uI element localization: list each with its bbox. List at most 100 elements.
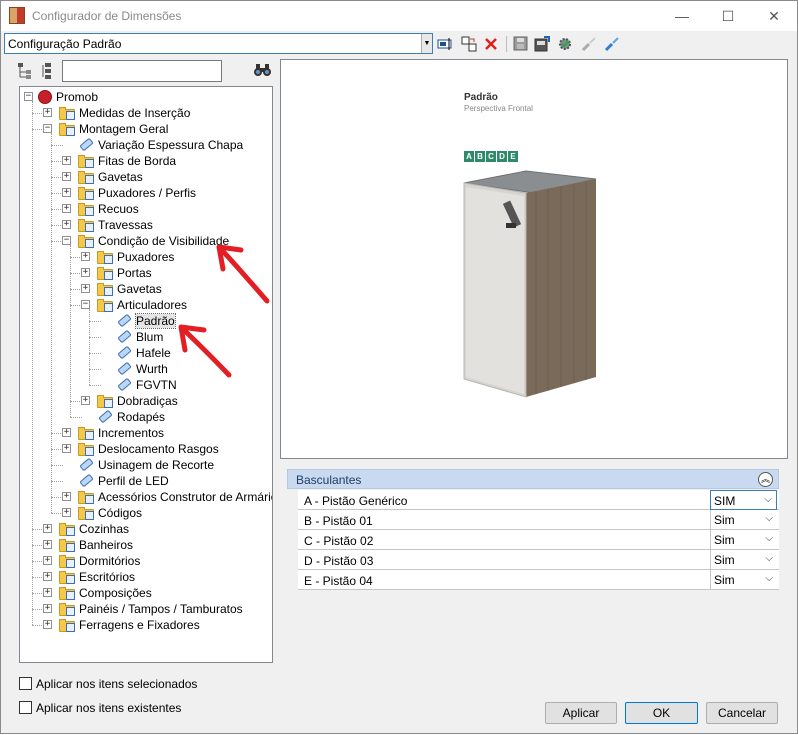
tree-node-label[interactable]: Articuladores [117, 298, 187, 312]
expand-node-icon[interactable]: + [62, 508, 71, 517]
tree-node-label[interactable]: Perfil de LED [98, 474, 169, 488]
tree-node-puxadores[interactable]: + Puxadores [20, 249, 272, 265]
tree-node-fgvtn[interactable]: FGVTN [20, 377, 272, 393]
tree-node-montagem-geral[interactable]: − Montagem Geral [20, 121, 272, 137]
chevron-down-icon[interactable]: ⌵ [764, 494, 772, 505]
tree-node-incrementos[interactable]: + Incrementos [20, 425, 272, 441]
tree-node-label[interactable]: Rodapés [117, 410, 165, 424]
chevron-down-icon[interactable]: ▼ [421, 34, 432, 53]
configuration-select[interactable]: Configuração Padrão ▼ [4, 33, 433, 54]
tree-node-label[interactable]: Escritórios [79, 570, 135, 584]
tree-node-label[interactable]: Blum [136, 330, 163, 344]
apply-selected-label[interactable]: Aplicar nos itens selecionados [36, 677, 197, 691]
expand-node-icon[interactable]: + [62, 444, 71, 453]
tree-node-label[interactable]: Ferragens e Fixadores [79, 618, 200, 632]
expand-node-icon[interactable]: + [43, 556, 52, 565]
collapse-node-icon[interactable]: − [43, 124, 52, 133]
tree-node-dormitorios[interactable]: + Dormitórios [20, 553, 272, 569]
tree-node-label[interactable]: Puxadores / Perfis [98, 186, 196, 200]
tree-node-medidas-de-insercao[interactable]: + Medidas de Inserção [20, 105, 272, 121]
expand-node-icon[interactable]: + [81, 396, 90, 405]
expand-node-icon[interactable]: + [81, 268, 90, 277]
save-icon[interactable] [511, 35, 529, 52]
expand-node-icon[interactable]: + [62, 428, 71, 437]
apply-button[interactable]: Aplicar [545, 702, 617, 724]
tree-node-label[interactable]: Condição de Visibilidade [98, 234, 229, 248]
tree-node-gavetas[interactable]: + Gavetas [20, 169, 272, 185]
tree-node-articuladores[interactable]: − Articuladores [20, 297, 272, 313]
tree-node-label[interactable]: Portas [117, 266, 152, 280]
tree-node-wurth[interactable]: Wurth [20, 361, 272, 377]
tree-node-usinagem-de-recorte[interactable]: Usinagem de Recorte [20, 457, 272, 473]
rename-icon[interactable] [436, 35, 454, 52]
tree-node-ferragens-e-fixadores[interactable]: + Ferragens e Fixadores [20, 617, 272, 633]
tree-node-condicao-de-visibilidade[interactable]: − Condição de Visibilidade [20, 233, 272, 249]
tree-node-label[interactable]: Acessórios Construtor de Armários [98, 490, 272, 504]
close-button[interactable]: ✕ [751, 1, 797, 31]
collapse-node-icon[interactable]: − [24, 92, 33, 101]
category-tree[interactable]: − Promob + Medidas de Inserção − Montagem Ger… [19, 86, 273, 663]
property-value-select[interactable]: Sim ⌵ [710, 510, 777, 530]
expand-all-icon[interactable] [18, 63, 32, 79]
tree-node-padrao[interactable]: Padrão [20, 313, 272, 329]
tree-node-codigos[interactable]: + Códigos [20, 505, 272, 521]
tree-node-promob[interactable]: − Promob [20, 89, 272, 105]
tree-node-label[interactable]: Códigos [98, 506, 142, 520]
expand-node-icon[interactable]: + [43, 620, 52, 629]
chevron-down-icon[interactable]: ⌵ [765, 513, 773, 524]
import-icon[interactable] [533, 35, 551, 52]
expand-node-icon[interactable]: + [43, 604, 52, 613]
tree-node-label[interactable]: Gavetas [117, 282, 162, 296]
tree-node-variacao-espessura-chapa[interactable]: Variação Espessura Chapa [20, 137, 272, 153]
collapse-node-icon[interactable]: − [62, 236, 71, 245]
tree-node-travessas[interactable]: + Travessas [20, 217, 272, 233]
properties-group-header[interactable]: Basculantes ︽ [287, 469, 779, 489]
tree-node-label[interactable]: Dormitórios [79, 554, 140, 568]
tree-node-label[interactable]: Wurth [136, 362, 168, 376]
expand-node-icon[interactable]: + [62, 156, 71, 165]
ok-button[interactable]: OK [625, 702, 698, 724]
tree-node-label[interactable]: Banheiros [79, 538, 133, 552]
property-value-select[interactable]: Sim ⌵ [710, 550, 777, 570]
tree-node-label[interactable]: Recuos [98, 202, 139, 216]
expand-node-icon[interactable]: + [43, 524, 52, 533]
delete-icon[interactable] [482, 35, 500, 52]
tree-node-rodapes[interactable]: Rodapés [20, 409, 272, 425]
collapse-icon[interactable]: ︽ [758, 472, 773, 487]
tree-node-puxadores-perfis[interactable]: + Puxadores / Perfis [20, 185, 272, 201]
tree-node-banheiros[interactable]: + Banheiros [20, 537, 272, 553]
tree-node-label[interactable]: Deslocamento Rasgos [98, 442, 219, 456]
tree-node-label[interactable]: Painéis / Tampos / Tamburatos [79, 602, 243, 616]
apply-selected-checkbox[interactable] [19, 677, 32, 690]
cancel-button[interactable]: Cancelar [706, 702, 778, 724]
tree-node-hafele[interactable]: Hafele [20, 345, 272, 361]
tree-node-label[interactable]: Composições [79, 586, 152, 600]
expand-node-icon[interactable]: + [81, 284, 90, 293]
tree-node-label[interactable]: Montagem Geral [79, 122, 168, 136]
tree-node-label[interactable]: Promob [56, 90, 98, 104]
expand-node-icon[interactable]: + [62, 220, 71, 229]
tree-node-fitas-de-borda[interactable]: + Fitas de Borda [20, 153, 272, 169]
expand-node-icon[interactable]: + [43, 588, 52, 597]
tree-search-input[interactable] [62, 60, 222, 82]
tree-node-label[interactable]: Medidas de Inserção [79, 106, 190, 120]
tree-node-gavetas[interactable]: + Gavetas [20, 281, 272, 297]
tree-node-label[interactable]: Cozinhas [79, 522, 129, 536]
expand-node-icon[interactable]: + [62, 188, 71, 197]
tree-node-label[interactable]: Incrementos [98, 426, 164, 440]
settings-icon[interactable] [556, 35, 574, 52]
tree-node-label[interactable]: Dobradiças [117, 394, 178, 408]
tree-node-label[interactable]: Fitas de Borda [98, 154, 176, 168]
expand-node-icon[interactable]: + [62, 172, 71, 181]
expand-node-icon[interactable]: + [62, 492, 71, 501]
expand-node-icon[interactable]: + [43, 572, 52, 581]
expand-node-icon[interactable]: + [43, 540, 52, 549]
expand-node-icon[interactable]: + [43, 108, 52, 117]
expand-node-icon[interactable]: + [62, 204, 71, 213]
tree-node-escritorios[interactable]: + Escritórios [20, 569, 272, 585]
minimize-button[interactable]: — [659, 1, 705, 31]
tree-node-acessorios-construtor-de-armarios[interactable]: + Acessórios Construtor de Armários [20, 489, 272, 505]
property-value-select[interactable]: Sim ⌵ [710, 530, 777, 550]
tree-node-cozinhas[interactable]: + Cozinhas [20, 521, 272, 537]
tree-node-deslocamento-rasgos[interactable]: + Deslocamento Rasgos [20, 441, 272, 457]
